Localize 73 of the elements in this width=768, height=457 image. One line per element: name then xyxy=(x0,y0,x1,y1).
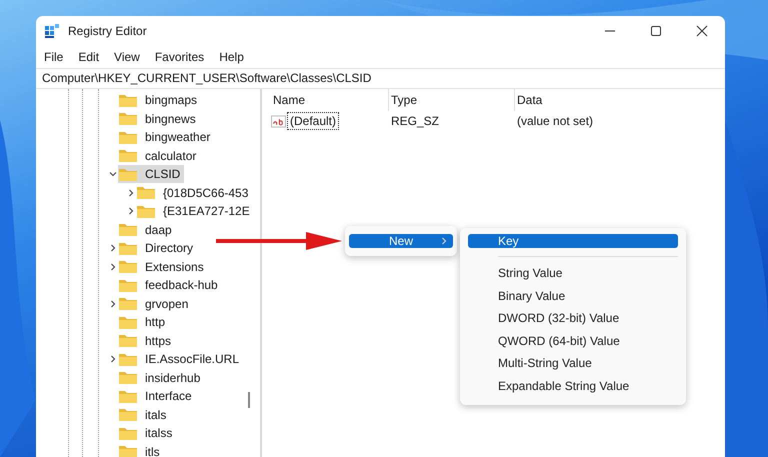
menu-item[interactable]: File xyxy=(44,50,64,64)
folder-icon xyxy=(118,148,138,164)
tree-item[interactable]: http xyxy=(118,313,170,332)
menu-item[interactable]: Expandable String Value xyxy=(468,374,678,397)
value-type: REG_SZ xyxy=(390,114,440,128)
folder-icon xyxy=(118,92,138,108)
menu-item[interactable]: String Value xyxy=(468,262,678,284)
folder-icon xyxy=(118,314,138,330)
tree-item[interactable]: {E31EA727-12E xyxy=(136,202,254,220)
chevron-icon[interactable] xyxy=(127,207,135,216)
value-data: (value not set) xyxy=(516,114,594,128)
folder-icon xyxy=(118,166,138,182)
tree-item[interactable]: insiderhub xyxy=(118,368,204,387)
tree-item[interactable]: itls xyxy=(118,442,164,457)
folder-icon xyxy=(118,240,138,256)
chevron-icon[interactable] xyxy=(109,355,117,364)
tree-item[interactable]: grvopen xyxy=(118,294,192,313)
registry-cubes-icon xyxy=(44,22,60,38)
value-name[interactable]: (Default) xyxy=(287,112,340,130)
tree-item[interactable]: CLSID xyxy=(118,165,184,184)
folder-icon xyxy=(136,185,156,200)
tree-item[interactable]: calculator xyxy=(118,146,200,165)
menu-item[interactable]: Binary Value xyxy=(468,284,678,307)
folder-icon xyxy=(118,111,138,126)
menu-item[interactable]: QWORD (64-bit) Value xyxy=(468,330,678,352)
menu-item[interactable]: Favorites xyxy=(154,50,204,64)
tree-item[interactable]: itals xyxy=(118,406,170,424)
tree-item[interactable]: {018D5C66-453 xyxy=(136,184,252,202)
scrollbar-thumb[interactable] xyxy=(248,392,250,408)
chevron-icon[interactable] xyxy=(109,244,117,252)
address-bar[interactable]: Computer\HKEY_CURRENT_USER\Software\Classes\CLSID xyxy=(36,68,725,89)
tree-item[interactable]: IE.AssocFile.URL xyxy=(118,350,244,368)
chevron-icon[interactable] xyxy=(109,262,117,271)
tree-item[interactable]: Directory xyxy=(118,239,198,258)
tree-item[interactable]: bingweather xyxy=(118,128,214,146)
folder-icon xyxy=(118,222,138,238)
chevron-icon[interactable] xyxy=(127,188,135,197)
menu-item[interactable]: Key xyxy=(468,234,678,248)
menu-item[interactable]: DWORD (32-bit) Value xyxy=(468,307,678,330)
chevron-icon[interactable] xyxy=(109,170,117,178)
folder-icon xyxy=(118,388,138,404)
folder-icon xyxy=(118,444,138,457)
menu-item[interactable]: Multi-String Value xyxy=(468,352,678,374)
menu-item[interactable]: New xyxy=(349,234,453,248)
tree-item[interactable]: Extensions xyxy=(118,258,208,276)
folder-icon xyxy=(118,370,138,386)
folder-icon xyxy=(118,426,138,441)
tree-item[interactable]: https xyxy=(118,332,176,350)
tree-item[interactable]: italss xyxy=(118,424,176,442)
tree-item[interactable]: bingnews xyxy=(118,110,200,128)
folder-icon xyxy=(118,333,138,348)
folder-icon xyxy=(118,352,138,367)
maximize-icon xyxy=(650,24,662,36)
folder-icon xyxy=(118,407,138,422)
tree-item[interactable]: Interface xyxy=(118,387,196,406)
folder-icon xyxy=(118,278,138,293)
chevron-icon[interactable] xyxy=(109,300,117,308)
folder-icon xyxy=(118,130,138,145)
menu-item[interactable]: Help xyxy=(219,50,244,64)
folder-icon xyxy=(136,204,156,219)
column-header[interactable]: Data xyxy=(515,89,675,111)
tree-item[interactable]: feedback-hub xyxy=(118,276,222,294)
tree-item[interactable]: daap xyxy=(118,220,176,239)
menu-item[interactable]: View xyxy=(114,50,140,64)
tree-item[interactable]: bingmaps xyxy=(118,91,202,110)
folder-icon xyxy=(118,296,138,312)
column-header[interactable]: Type xyxy=(389,89,515,111)
string-value-icon xyxy=(271,114,286,128)
window-title: Registry Editor xyxy=(68,24,147,38)
menu-item[interactable]: Edit xyxy=(78,50,100,64)
close-icon xyxy=(696,24,708,36)
folder-icon xyxy=(118,259,138,274)
column-header[interactable]: Name xyxy=(271,89,389,111)
